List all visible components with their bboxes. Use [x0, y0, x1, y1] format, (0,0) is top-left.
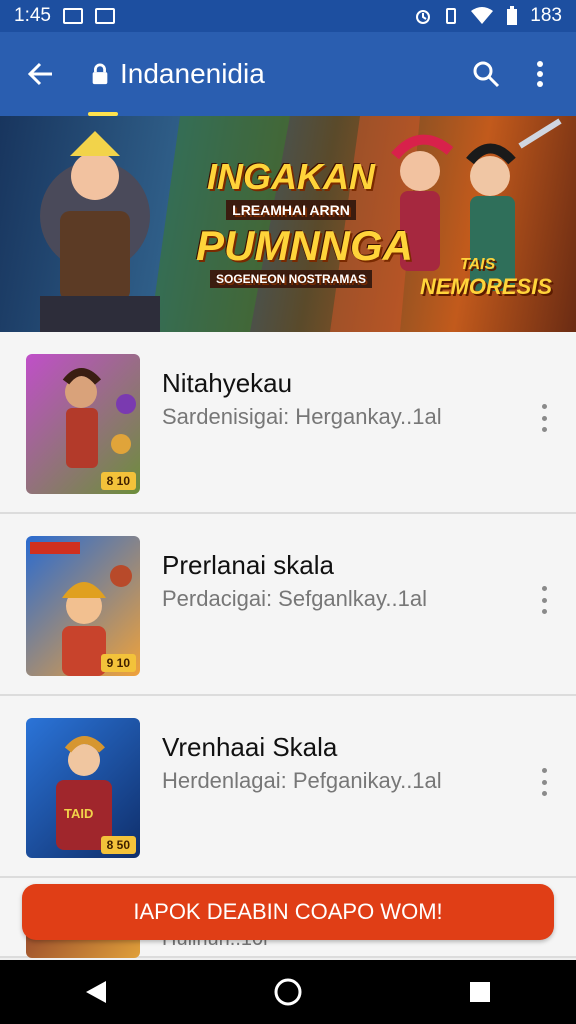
item-overflow-menu[interactable]	[532, 766, 556, 798]
more-vert-icon	[537, 61, 543, 87]
list-item[interactable]: 8 10 Nitahyekau Sardenisigai: Hergankay.…	[0, 332, 576, 514]
alarm-icon	[416, 10, 431, 24]
rating-badge: 9 10	[100, 654, 136, 672]
game-thumbnail: TAID 8 50	[26, 718, 140, 858]
item-overflow-menu[interactable]	[532, 584, 556, 616]
status-time: 1:45	[14, 5, 51, 26]
list-item-title: Prerlanai skala	[162, 550, 334, 580]
back-triangle-icon	[86, 981, 106, 1003]
game-thumbnail: 8 10	[26, 354, 140, 494]
item-overflow-menu[interactable]	[532, 402, 556, 434]
banner-line-3: PUMNNGA	[196, 222, 413, 269]
home-circle-icon	[274, 978, 302, 1006]
banner-tag-bottom: NEMORESIS	[420, 274, 553, 299]
list-item-subtitle: Herdenlagai: Pefganikay..1al	[162, 768, 442, 793]
call-to-action-button[interactable]: IAPOK DEABIN COAPO WOM!	[22, 884, 554, 940]
back-arrow-icon	[27, 62, 52, 86]
search-button[interactable]	[462, 50, 510, 98]
list-item-title: Vrenhaai Skala	[162, 732, 338, 762]
page-title: Indanenidia	[120, 58, 265, 89]
nav-back-button[interactable]	[66, 962, 126, 1022]
list-item-title: Nitahyekau	[162, 368, 293, 398]
banner-line-2: LREAMHAI ARRN	[226, 200, 356, 220]
banner-tag: TAIS NEMORESIS	[420, 256, 552, 300]
banner-tag-top: TAIS	[460, 256, 496, 273]
back-button[interactable]	[16, 50, 64, 98]
list-item[interactable]: 9 10 Prerlanai skala Perdacigai: Sefganl…	[0, 514, 576, 696]
more-options-button[interactable]	[520, 50, 560, 98]
banner-line-1: INGAKAN	[207, 156, 375, 197]
rating-badge: 8 10	[100, 472, 136, 490]
promo-banner[interactable]: INGAKAN LREAMHAI ARRN PUMNNGA SOGENEON N…	[0, 116, 576, 332]
vibrate-icon	[446, 8, 457, 24]
list-item[interactable]: TAID 8 50 Vrenhaai Skala Herdenlagai: Pe…	[0, 696, 576, 878]
banner-title: INGAKAN LREAMHAI ARRN PUMNNGA SOGENEON N…	[196, 156, 413, 288]
list-item-subtitle: Perdacigai: Sefganlkay..1al	[162, 586, 427, 611]
gallery-icon	[94, 8, 115, 24]
lock-icon	[92, 63, 108, 85]
wifi-icon	[471, 7, 494, 24]
app-bar: Indanenidia	[0, 32, 576, 116]
game-thumbnail: 9 10	[26, 536, 140, 676]
nav-home-button[interactable]	[258, 962, 318, 1022]
battery-icon	[507, 6, 518, 25]
svg-text:TAID: TAID	[64, 806, 93, 821]
game-list: 8 10 Nitahyekau Sardenisigai: Hergankay.…	[0, 332, 576, 958]
nav-recents-button[interactable]	[450, 962, 510, 1022]
rating-badge: 8 50	[100, 836, 136, 854]
image-icon	[62, 8, 83, 24]
status-bar: 1:45 183	[0, 0, 576, 32]
banner-line-4: SOGENEON NOSTRAMAS	[209, 270, 372, 288]
battery-level: 183	[530, 5, 562, 26]
system-nav-bar	[0, 960, 576, 1024]
search-icon	[473, 61, 500, 88]
recents-square-icon	[470, 982, 490, 1002]
list-item-subtitle: Sardenisigai: Hergankay..1al	[162, 404, 442, 429]
